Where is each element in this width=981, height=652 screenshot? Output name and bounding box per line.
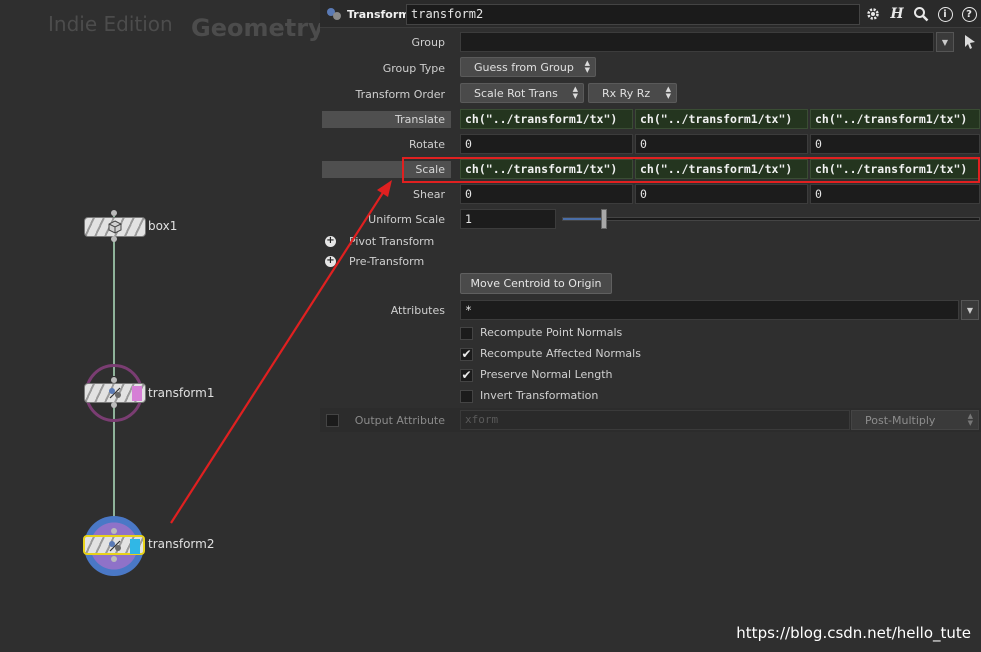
node-output-port[interactable] [111,402,117,408]
rotation-order-value: Rx Ry Rz [602,87,651,100]
attributes-label: Attributes [390,304,445,317]
edition-watermark: Indie Edition [48,12,173,36]
transform-sop-icon [109,540,121,552]
invert-transformation-label: Invert Transformation [480,389,599,402]
parameter-editor: Transform transform2 H i ? Group ▼ Group… [320,0,981,652]
pre-transform-folder[interactable]: Pre-Transform [349,255,424,268]
shear-x-field[interactable]: 0 [460,184,633,204]
attributes-dropdown-button[interactable]: ▼ [961,300,979,320]
shear-label: Shear [413,188,445,201]
node-transform1[interactable] [84,383,146,403]
updown-arrow-icon: ▲ ▼ [584,59,590,74]
node-name-field[interactable]: transform2 [406,4,860,25]
node-box1[interactable] [84,217,146,237]
output-attribute-toggle-checkbox[interactable] [326,414,339,427]
shear-y-field[interactable]: 0 [635,184,808,204]
question-icon[interactable]: ? [960,5,978,23]
scale-x-field[interactable]: ch("../transform1/tx") [460,159,633,179]
rotate-x-field[interactable]: 0 [460,134,633,154]
scale-label: Scale [322,161,451,178]
attributes-field[interactable]: * [460,300,959,320]
rotate-z-field[interactable]: 0 [810,134,980,154]
node-transform2[interactable] [83,535,145,555]
expand-plus-icon[interactable]: + [325,236,336,247]
gear-icon[interactable] [864,5,882,23]
move-centroid-button[interactable]: Move Centroid to Origin [460,273,612,294]
scale-y-field[interactable]: ch("../transform1/tx") [635,159,808,179]
preserve-normal-length-checkbox[interactable]: ✔ [460,369,473,382]
recompute-point-normals-checkbox[interactable] [460,327,473,340]
uniform-scale-field[interactable]: 1 [460,209,556,229]
select-arrow-icon[interactable] [963,34,977,50]
group-dropdown-button[interactable]: ▼ [936,32,954,52]
transform-order-value: Scale Rot Trans [474,87,558,100]
pivot-transform-folder[interactable]: Pivot Transform [349,235,434,248]
recompute-affected-normals-checkbox[interactable]: ✔ [460,348,473,361]
transform-order-label: Transform Order [355,88,445,101]
recompute-point-normals-label: Recompute Point Normals [480,326,623,339]
translate-z-field[interactable]: ch("../transform1/tx") [810,109,980,129]
scale-z-field[interactable]: ch("../transform1/tx") [810,159,980,179]
output-attribute-mode-menu[interactable]: Post-Multiply ▲ ▼ [851,410,979,430]
group-type-value: Guess from Group [474,61,574,74]
display-flag[interactable] [130,539,140,554]
node-output-port[interactable] [111,236,117,242]
template-flag[interactable] [132,386,142,401]
network-view[interactable]: Indie Edition Geometry box1 transform1 t… [0,0,324,652]
context-watermark: Geometry [191,14,324,42]
recompute-affected-normals-label: Recompute Affected Normals [480,347,641,360]
help-h-icon[interactable]: H [888,5,906,23]
updown-arrow-icon: ▲ ▼ [665,85,671,100]
group-type-label: Group Type [382,62,445,75]
uniform-scale-slider-fill [563,218,605,220]
translate-label: Translate [322,111,451,128]
param-empty-area [320,434,981,652]
preserve-normal-length-label: Preserve Normal Length [480,368,613,381]
shear-z-field[interactable]: 0 [810,184,980,204]
translate-x-field[interactable]: ch("../transform1/tx") [460,109,633,129]
node-output-port[interactable] [111,556,117,562]
updown-arrow-icon: ▲ ▼ [572,85,578,100]
blog-watermark: https://blog.csdn.net/hello_tute [736,624,971,642]
uniform-scale-slider[interactable] [562,217,980,221]
search-icon[interactable] [912,5,930,23]
transform-order-menu[interactable]: Scale Rot Trans ▲ ▼ [460,83,584,103]
node-label-box1: box1 [148,219,178,233]
output-attribute-mode-value: Post-Multiply [865,414,936,427]
updown-arrow-icon: ▲ ▼ [967,412,973,427]
rotation-order-menu[interactable]: Rx Ry Rz ▲ ▼ [588,83,677,103]
invert-transformation-checkbox[interactable] [460,390,473,403]
info-icon[interactable]: i [936,5,954,23]
uniform-scale-slider-handle[interactable] [600,209,607,229]
expand-plus-icon[interactable]: + [325,256,336,267]
param-toolbar: Transform transform2 H i ? [320,0,981,28]
output-attribute-field[interactable]: xform [460,410,850,430]
node-input-port[interactable] [111,528,117,534]
group-type-menu[interactable]: Guess from Group ▲ ▼ [460,57,596,77]
box-sop-icon [108,220,122,234]
transform-op-icon [327,8,341,20]
output-attribute-label: Output Attribute [354,414,445,427]
node-label-transform1: transform1 [148,386,215,400]
node-input-port[interactable] [111,210,117,216]
uniform-scale-label: Uniform Scale [368,213,445,226]
group-label: Group [411,36,446,49]
node-label-transform2: transform2 [148,537,215,551]
group-field[interactable] [460,32,934,52]
op-type-label: Transform [347,8,410,21]
rotate-label: Rotate [408,138,445,151]
rotate-y-field[interactable]: 0 [635,134,808,154]
transform-sop-icon [109,387,121,399]
translate-y-field[interactable]: ch("../transform1/tx") [635,109,808,129]
